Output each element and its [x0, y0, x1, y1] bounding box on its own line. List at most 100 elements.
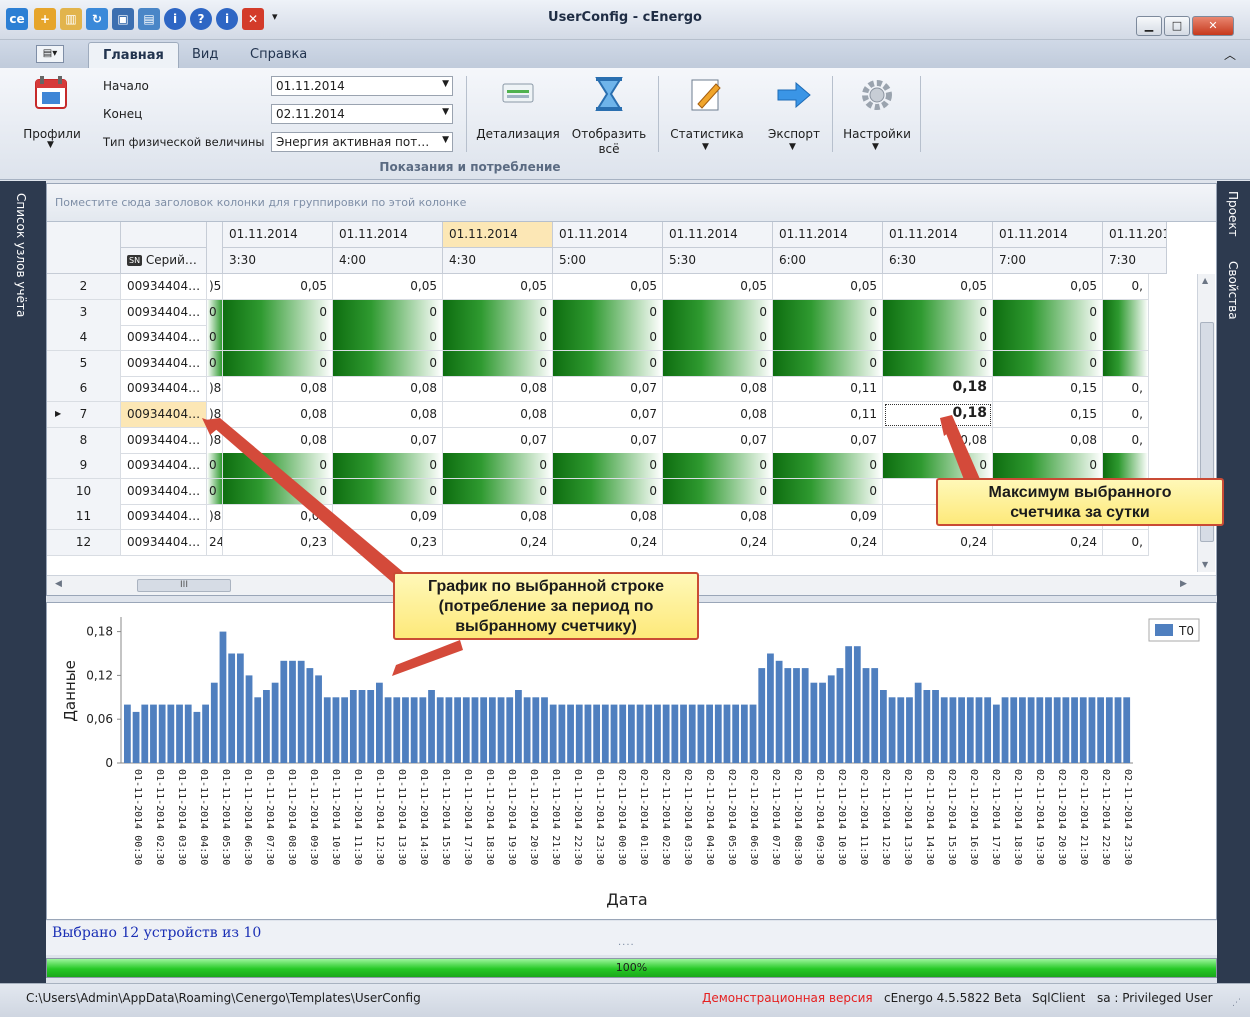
- serial-cell[interactable]: 00934404…: [121, 376, 207, 403]
- column-header-date[interactable]: 01.11.2014: [663, 222, 773, 248]
- value-cell[interactable]: 0,05: [333, 274, 443, 300]
- value-cell[interactable]: 0: [223, 350, 333, 377]
- partial-value-cell[interactable]: )8: [207, 427, 223, 454]
- value-cell[interactable]: 0,15: [993, 402, 1103, 428]
- scroll-right-icon[interactable]: ▶: [1180, 579, 1187, 589]
- serial-cell[interactable]: 00934404…: [121, 427, 207, 454]
- value-cell[interactable]: 0,05: [443, 274, 553, 300]
- value-cell[interactable]: 0: [333, 453, 443, 480]
- value-cell[interactable]: 0,08: [883, 427, 993, 454]
- column-header-time[interactable]: 5:00: [553, 248, 663, 274]
- column-header-time[interactable]: 6:00: [773, 248, 883, 274]
- value-cell[interactable]: 0: [443, 478, 553, 505]
- splitter-grip[interactable]: ....: [618, 937, 635, 948]
- value-cell[interactable]: 0: [773, 453, 883, 480]
- value-cell[interactable]: 0,08: [333, 376, 443, 403]
- quantity-type-select[interactable]: Энергия активная пот… ▼: [271, 132, 453, 152]
- value-cell[interactable]: 0,23: [223, 530, 333, 556]
- value-cell[interactable]: 0,07: [663, 427, 773, 454]
- value-cell[interactable]: 0: [883, 350, 993, 377]
- show-all-button[interactable]: Отобразить всё: [564, 74, 654, 160]
- value-cell[interactable]: 0,08: [663, 402, 773, 428]
- value-cell[interactable]: 0,23: [333, 530, 443, 556]
- value-cell[interactable]: 0: [223, 453, 333, 480]
- value-cell[interactable]: 0,05: [663, 274, 773, 300]
- value-cell[interactable]: 0: [223, 299, 333, 326]
- scroll-down-icon[interactable]: ▼: [1202, 560, 1208, 569]
- serial-cell[interactable]: 00934404…: [121, 402, 207, 428]
- partial-value-cell[interactable]: 0: [207, 453, 223, 480]
- left-dock-panel[interactable]: Список узлов учёта: [0, 181, 46, 983]
- row-number[interactable]: 10: [47, 478, 121, 505]
- tab-help[interactable]: Справка: [236, 42, 321, 68]
- serial-cell[interactable]: 00934404…: [121, 274, 207, 300]
- serial-cell[interactable]: 00934404…: [121, 504, 207, 531]
- value-cell[interactable]: 0: [443, 350, 553, 377]
- column-header-date[interactable]: 01.11.2014: [553, 222, 663, 248]
- value-cell[interactable]: 0,05: [553, 274, 663, 300]
- value-cell[interactable]: 0: [333, 478, 443, 505]
- value-cell[interactable]: 0,11: [773, 376, 883, 403]
- value-cell[interactable]: 0,08: [223, 376, 333, 403]
- value-cell[interactable]: 0: [333, 325, 443, 352]
- column-header-date[interactable]: 01.11.2014: [773, 222, 883, 248]
- row-number[interactable]: 8: [47, 427, 121, 454]
- tab-view[interactable]: Вид: [178, 42, 232, 68]
- column-header-time[interactable]: 7:00: [993, 248, 1103, 274]
- minimize-button[interactable]: ▁: [1136, 16, 1162, 36]
- value-cell[interactable]: 0: [663, 453, 773, 480]
- value-cell[interactable]: 0,08: [993, 427, 1103, 454]
- row-number[interactable]: 12: [47, 530, 121, 556]
- detail-button[interactable]: Детализация: [474, 74, 562, 160]
- value-cell[interactable]: 0,24: [553, 530, 663, 556]
- end-date-field[interactable]: 02.11.2014 ▼: [271, 104, 453, 124]
- horizontal-scroll-thumb[interactable]: III: [137, 579, 231, 592]
- value-cell[interactable]: 0,15: [993, 376, 1103, 403]
- column-header-date[interactable]: 01.11.2014: [223, 222, 333, 248]
- value-cell[interactable]: 0,: [1103, 427, 1149, 454]
- value-cell[interactable]: 0,07: [553, 376, 663, 403]
- value-cell[interactable]: [1103, 350, 1149, 377]
- row-number[interactable]: 4: [47, 325, 121, 352]
- value-cell[interactable]: 0,05: [223, 274, 333, 300]
- partial-value-cell[interactable]: 0: [207, 325, 223, 352]
- row-number[interactable]: 5: [47, 350, 121, 377]
- column-header-date[interactable]: 01.11.2014: [443, 222, 553, 248]
- value-cell[interactable]: 0: [663, 299, 773, 326]
- vertical-scrollbar[interactable]: ▲ ▼: [1197, 274, 1215, 572]
- value-cell[interactable]: 0: [993, 325, 1103, 352]
- value-cell[interactable]: 0: [553, 325, 663, 352]
- column-header-date[interactable]: 01.11.2014: [333, 222, 443, 248]
- row-number[interactable]: 6: [47, 376, 121, 403]
- profiles-button[interactable]: Профили ▼: [20, 74, 84, 160]
- serial-cell[interactable]: 00934404…: [121, 478, 207, 505]
- value-cell[interactable]: 0,08: [663, 376, 773, 403]
- value-cell[interactable]: 0: [993, 350, 1103, 377]
- value-cell[interactable]: 0: [333, 350, 443, 377]
- value-cell[interactable]: 0: [443, 325, 553, 352]
- value-cell[interactable]: 0,24: [663, 530, 773, 556]
- value-cell[interactable]: 0: [553, 453, 663, 480]
- value-cell[interactable]: 0,09: [333, 504, 443, 531]
- serial-column-header[interactable]: SN Серий…: [121, 248, 207, 274]
- value-cell[interactable]: 0,07: [553, 427, 663, 454]
- value-cell[interactable]: 0: [333, 299, 443, 326]
- value-cell[interactable]: 0,24: [443, 530, 553, 556]
- value-cell[interactable]: 0: [773, 299, 883, 326]
- column-header-time[interactable]: 7:30: [1103, 248, 1167, 274]
- right-dock-panel[interactable]: Проект Свойства: [1217, 181, 1250, 983]
- maximize-button[interactable]: □: [1164, 16, 1190, 36]
- value-cell[interactable]: [1103, 325, 1149, 352]
- settings-button[interactable]: Настройки ▼: [838, 74, 916, 160]
- export-button[interactable]: Экспорт ▼: [756, 74, 832, 160]
- column-header-time[interactable]: 4:00: [333, 248, 443, 274]
- value-cell[interactable]: 0,: [1103, 274, 1149, 300]
- value-cell[interactable]: 0: [663, 325, 773, 352]
- column-header-date[interactable]: 01.11.2014: [993, 222, 1103, 248]
- app-menu-button[interactable]: ▤▾: [36, 45, 64, 63]
- serial-cell[interactable]: 00934404…: [121, 530, 207, 556]
- value-cell[interactable]: 0: [773, 350, 883, 377]
- value-cell[interactable]: 0,05: [993, 274, 1103, 300]
- value-cell[interactable]: 0: [883, 299, 993, 326]
- value-cell[interactable]: 0,05: [883, 274, 993, 300]
